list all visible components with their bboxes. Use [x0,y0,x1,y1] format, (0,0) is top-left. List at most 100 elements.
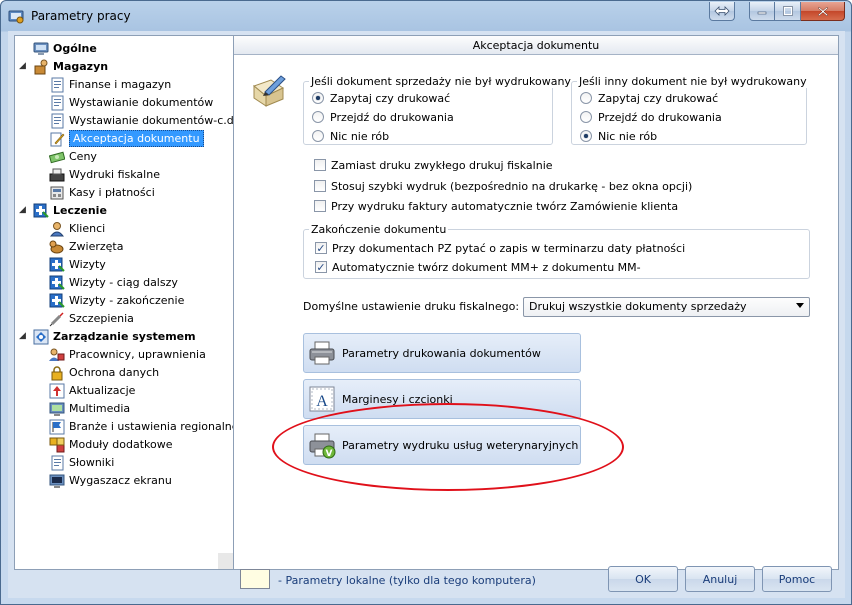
close-icon [817,6,828,16]
checkbox[interactable] [314,159,326,171]
settings-tree[interactable]: Ogólne ◢ Magazyn Finanse i magazyn Wysta… [14,35,235,570]
panel-header: Akceptacja dokumentu [234,36,838,55]
fiscal-default-value: Drukuj wszystkie dokumenty sprzedaży [529,300,747,313]
lock-icon [49,365,65,381]
window: Parametry pracy Ogólne ◢ Magazyn Finanse… [0,0,852,605]
flag-icon [49,419,65,435]
check-pz-payment-date[interactable]: ✓ Przy dokumentach PZ pytać o zapis w te… [315,240,685,256]
animal-icon [49,239,65,255]
notebook-pen-icon [251,74,287,110]
medical-cross-icon [49,293,65,309]
check-auto-mm[interactable]: ✓ Automatycznie twórz dokument MM+ z dok… [315,259,641,275]
tree-item-multimedia[interactable]: Multimedia [49,400,130,417]
radio-sale-nothing[interactable]: Nic nie rób [312,128,389,144]
font-letter-icon: A [308,385,336,413]
group-close-title: Zakończenie dokumentu [309,223,449,236]
tree-item-wystawianie-dokumentow-cd[interactable]: Wystawianie dokumentów-c.d. [49,112,234,129]
radio-sale-ask[interactable]: Zapytaj czy drukować [312,90,450,106]
tree-item-ochrona-danych[interactable]: Ochrona danych [49,364,159,381]
radio-button[interactable] [312,130,324,142]
screensaver-icon [49,473,65,489]
tree-item-aktualizacje[interactable]: Aktualizacje [49,382,135,399]
radio-other-print[interactable]: Przejdź do drukowania [580,109,722,125]
radio-other-nothing[interactable]: Nic nie rób [580,128,657,144]
radio-button[interactable] [580,111,592,123]
radio-button-selected[interactable] [580,130,592,142]
cash-register-icon [49,167,65,183]
checkbox-checked[interactable]: ✓ [315,261,327,273]
tree-item-branze-i-ustawienia[interactable]: Branże i ustawienia regionalne [49,418,234,435]
multimedia-icon [49,401,65,417]
tree-item-wizyty-zakonczenie[interactable]: Wizyty - zakończenie [49,292,184,309]
title-bar[interactable]: Parametry pracy [1,1,851,31]
radio-button[interactable] [312,111,324,123]
checkbox[interactable] [314,180,326,192]
radio-button[interactable] [580,92,592,104]
collapse-magazyn-icon[interactable]: ◢ [19,61,29,71]
close-button[interactable] [801,2,845,21]
tree-item-wizyty[interactable]: Wizyty [49,256,106,273]
fiscal-default-select[interactable]: Drukuj wszystkie dokumenty sprzedaży [523,297,810,317]
radio-sale-print[interactable]: Przejdź do drukowania [312,109,454,125]
tree-item-ceny[interactable]: Ceny [49,148,97,165]
help-button[interactable]: Pomoc [762,566,832,592]
fiscal-default-label: Domyślne ustawienie druku fiskalnego: [303,300,520,313]
context-help-button[interactable] [709,2,735,21]
document-pen-icon [49,131,65,147]
settings-panel: Akceptacja dokumentu Jeśli dokument sprz… [233,35,839,570]
collapse-zarzadzanie-icon[interactable]: ◢ [19,331,29,341]
tree-item-wygaszacz-ekranu[interactable]: Wygaszacz ekranu [49,472,172,489]
monitor-icon [33,41,49,57]
tree-item-magazyn[interactable]: Magazyn [33,58,108,75]
caption-buttons [709,2,845,22]
medical-cross-icon [33,203,49,219]
radio-button-selected[interactable] [312,92,324,104]
cancel-button[interactable]: Anuluj [685,566,755,592]
tree-item-klienci[interactable]: Klienci [49,220,105,237]
group-other-not-printed: Jeśli inny dokument nie był wydrukowany … [571,75,809,145]
group-sale-not-printed: Jeśli dokument sprzedaży nie był wydruko… [303,75,573,145]
dictionary-icon [49,455,65,471]
tree-item-leczenie[interactable]: Leczenie [33,202,107,219]
medical-cross-icon [49,275,65,291]
window-title: Parametry pracy [31,9,131,23]
tree-item-wystawianie-dokumentow[interactable]: Wystawianie dokumentów [49,94,213,111]
checkbox[interactable] [314,200,326,212]
tree-item-finanse-i-magazyn[interactable]: Finanse i magazyn [49,76,171,93]
check-auto-order[interactable]: Przy wydruku faktury automatycznie twórz… [314,198,678,214]
tree-item-wydruki-fiskalne[interactable]: Wydruki fiskalne [49,166,160,183]
radio-other-ask[interactable]: Zapytaj czy drukować [580,90,718,106]
group-document-close: Zakończenie dokumentu ✓ Przy dokumentach… [303,223,810,279]
tree-item-slowniki[interactable]: Słowniki [49,454,114,471]
tree-item-szczepienia[interactable]: Szczepienia [49,310,134,327]
print-params-button[interactable]: Parametry drukowania dokumentów [303,333,581,373]
check-quick-print[interactable]: Stosuj szybki wydruk (bezpośrednio na dr… [314,178,692,194]
syringe-icon [49,311,65,327]
group-other-title: Jeśli inny dokument nie był wydrukowany [577,75,809,88]
check-fiscal-instead[interactable]: Zamiast druku zwykłego drukuj fiskalnie [314,157,553,173]
printer-icon [308,339,336,367]
tree-item-zarzadzanie-systemem[interactable]: Zarządzanie systemem [33,328,196,345]
document-icon [49,113,65,129]
tree-item-wizyty-ciag-dalszy[interactable]: Wizyty - ciąg dalszy [49,274,178,291]
ok-button[interactable]: OK [608,566,678,592]
users-icon [49,347,65,363]
document-icon [49,95,65,111]
local-params-swatch [240,569,270,589]
maximize-icon [782,6,793,16]
maximize-button[interactable] [775,2,801,21]
tree-item-zwierzeta[interactable]: Zwierzęta [49,238,123,255]
checkbox-checked[interactable]: ✓ [315,242,327,254]
minimize-button[interactable] [749,2,775,21]
modules-icon [49,437,65,453]
tree-item-kasy-i-platnosci[interactable]: Kasy i płatności [49,184,155,201]
document-icon [49,77,65,93]
tree-item-ogolne[interactable]: Ogólne [33,40,97,57]
minimize-icon [757,11,767,15]
register-icon [49,185,65,201]
tree-item-pracownicy-uprawnienia[interactable]: Pracownicy, uprawnienia [49,346,206,363]
window-client-area: Ogólne ◢ Magazyn Finanse i magazyn Wysta… [8,31,845,598]
tree-item-moduly-dodatkowe[interactable]: Moduły dodatkowe [49,436,173,453]
tree-item-akceptacja-dokumentu[interactable]: Akceptacja dokumentu [49,130,204,147]
collapse-leczenie-icon[interactable]: ◢ [19,205,29,215]
